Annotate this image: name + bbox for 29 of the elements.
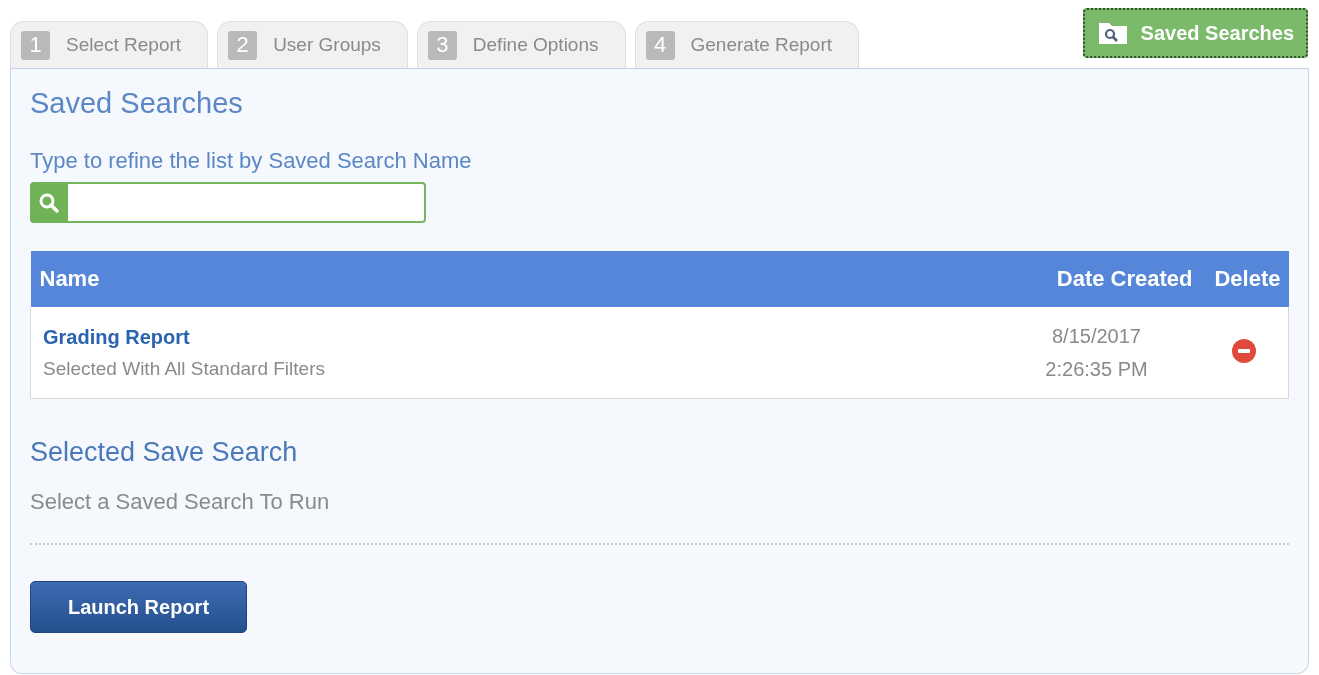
step-number: 2 <box>228 30 258 60</box>
step-number: 1 <box>21 30 50 60</box>
search-name-link[interactable]: Grading Report <box>43 325 981 349</box>
search-field[interactable] <box>68 182 426 223</box>
step-tab[interactable]: 3 Define Options <box>416 21 626 68</box>
selection-message: Select a Saved Search To Run <box>30 489 331 515</box>
search-label: Type to refine the list by Saved Search Name <box>30 148 473 174</box>
page-title: Saved Searches <box>30 87 244 121</box>
step-number: 4 <box>645 30 675 60</box>
section-title: Selected Save Search <box>30 437 299 468</box>
column-header: Delete <box>1200 251 1289 307</box>
tab-label: Define Options <box>472 34 599 56</box>
step-tab[interactable]: 1 Select Report <box>10 21 209 68</box>
step-number: 3 <box>427 30 457 60</box>
saved-searches-button[interactable]: Saved Searches <box>1082 8 1308 58</box>
delete-icon[interactable] <box>1231 337 1258 364</box>
search-description: Selected With All Standard Filters <box>43 357 326 380</box>
column-header: Date Created <box>992 251 1201 307</box>
time-text: 2:26:35 PM <box>1044 356 1149 382</box>
folder-search-icon <box>1096 20 1129 46</box>
tab-label: User Groups <box>273 34 381 56</box>
step-tab[interactable]: 2 User Groups <box>217 21 408 68</box>
step-tab[interactable]: 4 Generate Report <box>634 21 860 68</box>
tab-label: Generate Report <box>690 34 833 56</box>
date-text: 8/15/2017 <box>1051 323 1142 349</box>
column-header: Name <box>30 251 993 307</box>
launch-report-button[interactable]: Launch Report <box>30 581 247 633</box>
tab-label: Select Report <box>66 34 182 56</box>
search-icon <box>30 182 68 223</box>
